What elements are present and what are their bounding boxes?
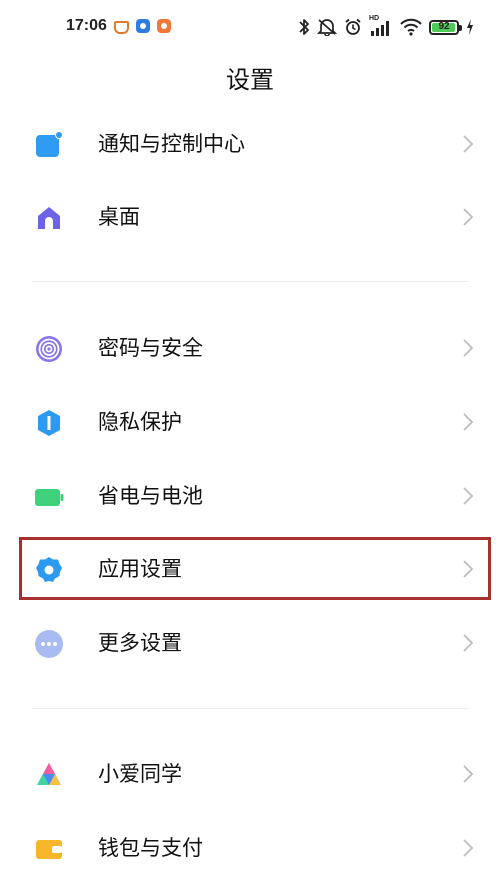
chevron-right-icon: [463, 839, 474, 857]
battery-saver-icon: [35, 489, 64, 506]
settings-item-desktop[interactable]: 桌面: [0, 181, 500, 253]
settings-item-label: 密码与安全: [98, 336, 203, 360]
notification-app-icon: [114, 21, 129, 34]
wallet-icon: [36, 840, 62, 859]
chevron-right-icon: [463, 413, 474, 431]
settings-item-privacy[interactable]: 隐私保护: [0, 386, 500, 458]
notification-control-icon: [36, 131, 63, 157]
app-settings-gear-icon: [36, 557, 62, 582]
fingerprint-icon: [36, 336, 62, 362]
settings-item-label: 钱包与支付: [98, 836, 203, 860]
bluetooth-icon: [299, 19, 309, 35]
notification-app-icon-3: [157, 19, 171, 33]
settings-item-label: 通知与控制中心: [98, 132, 245, 156]
settings-item-wallet[interactable]: 钱包与支付: [0, 812, 500, 884]
more-settings-icon: [35, 630, 63, 658]
alarm-icon: [345, 18, 361, 35]
chevron-right-icon: [463, 208, 474, 226]
section-divider: [32, 281, 468, 282]
settings-item-label: 小爱同学: [98, 762, 182, 786]
home-icon: [38, 207, 60, 229]
chevron-right-icon: [463, 339, 474, 357]
status-icons: HD 92: [298, 14, 474, 40]
notification-app-icon-2: [136, 19, 150, 33]
battery-level: 92: [438, 20, 450, 32]
settings-item-xiaoai[interactable]: 小爱同学: [0, 738, 500, 810]
chevron-right-icon: [463, 765, 474, 783]
settings-item-label: 隐私保护: [98, 410, 182, 434]
wifi-icon: [400, 18, 422, 36]
chevron-right-icon: [463, 634, 474, 652]
settings-item-battery[interactable]: 省电与电池: [0, 460, 500, 532]
settings-item-label: 应用设置: [98, 557, 182, 581]
status-bar: 17:06 HD 92: [0, 0, 500, 56]
settings-item-label: 更多设置: [98, 631, 182, 655]
mute-icon: [317, 19, 337, 36]
signal-icon: [371, 21, 389, 36]
page-title: 设置: [226, 66, 274, 94]
battery-icon: 92: [429, 19, 462, 35]
section-divider: [32, 708, 468, 709]
settings-item-notifications[interactable]: 通知与控制中心: [0, 108, 500, 180]
chevron-right-icon: [463, 560, 474, 578]
settings-item-app-settings[interactable]: 应用设置: [0, 533, 500, 605]
charging-icon: [467, 19, 473, 35]
settings-item-label: 省电与电池: [98, 484, 203, 508]
settings-item-label: 桌面: [98, 205, 140, 229]
signal-indicator: HD: [369, 15, 393, 37]
xiaoai-icon: [37, 763, 61, 785]
status-time: 17:06: [66, 17, 107, 34]
settings-item-password-security[interactable]: 密码与安全: [0, 312, 500, 384]
chevron-right-icon: [463, 487, 474, 505]
chevron-right-icon: [463, 135, 474, 153]
settings-item-more-settings[interactable]: 更多设置: [0, 607, 500, 679]
privacy-shield-icon: [38, 410, 60, 436]
